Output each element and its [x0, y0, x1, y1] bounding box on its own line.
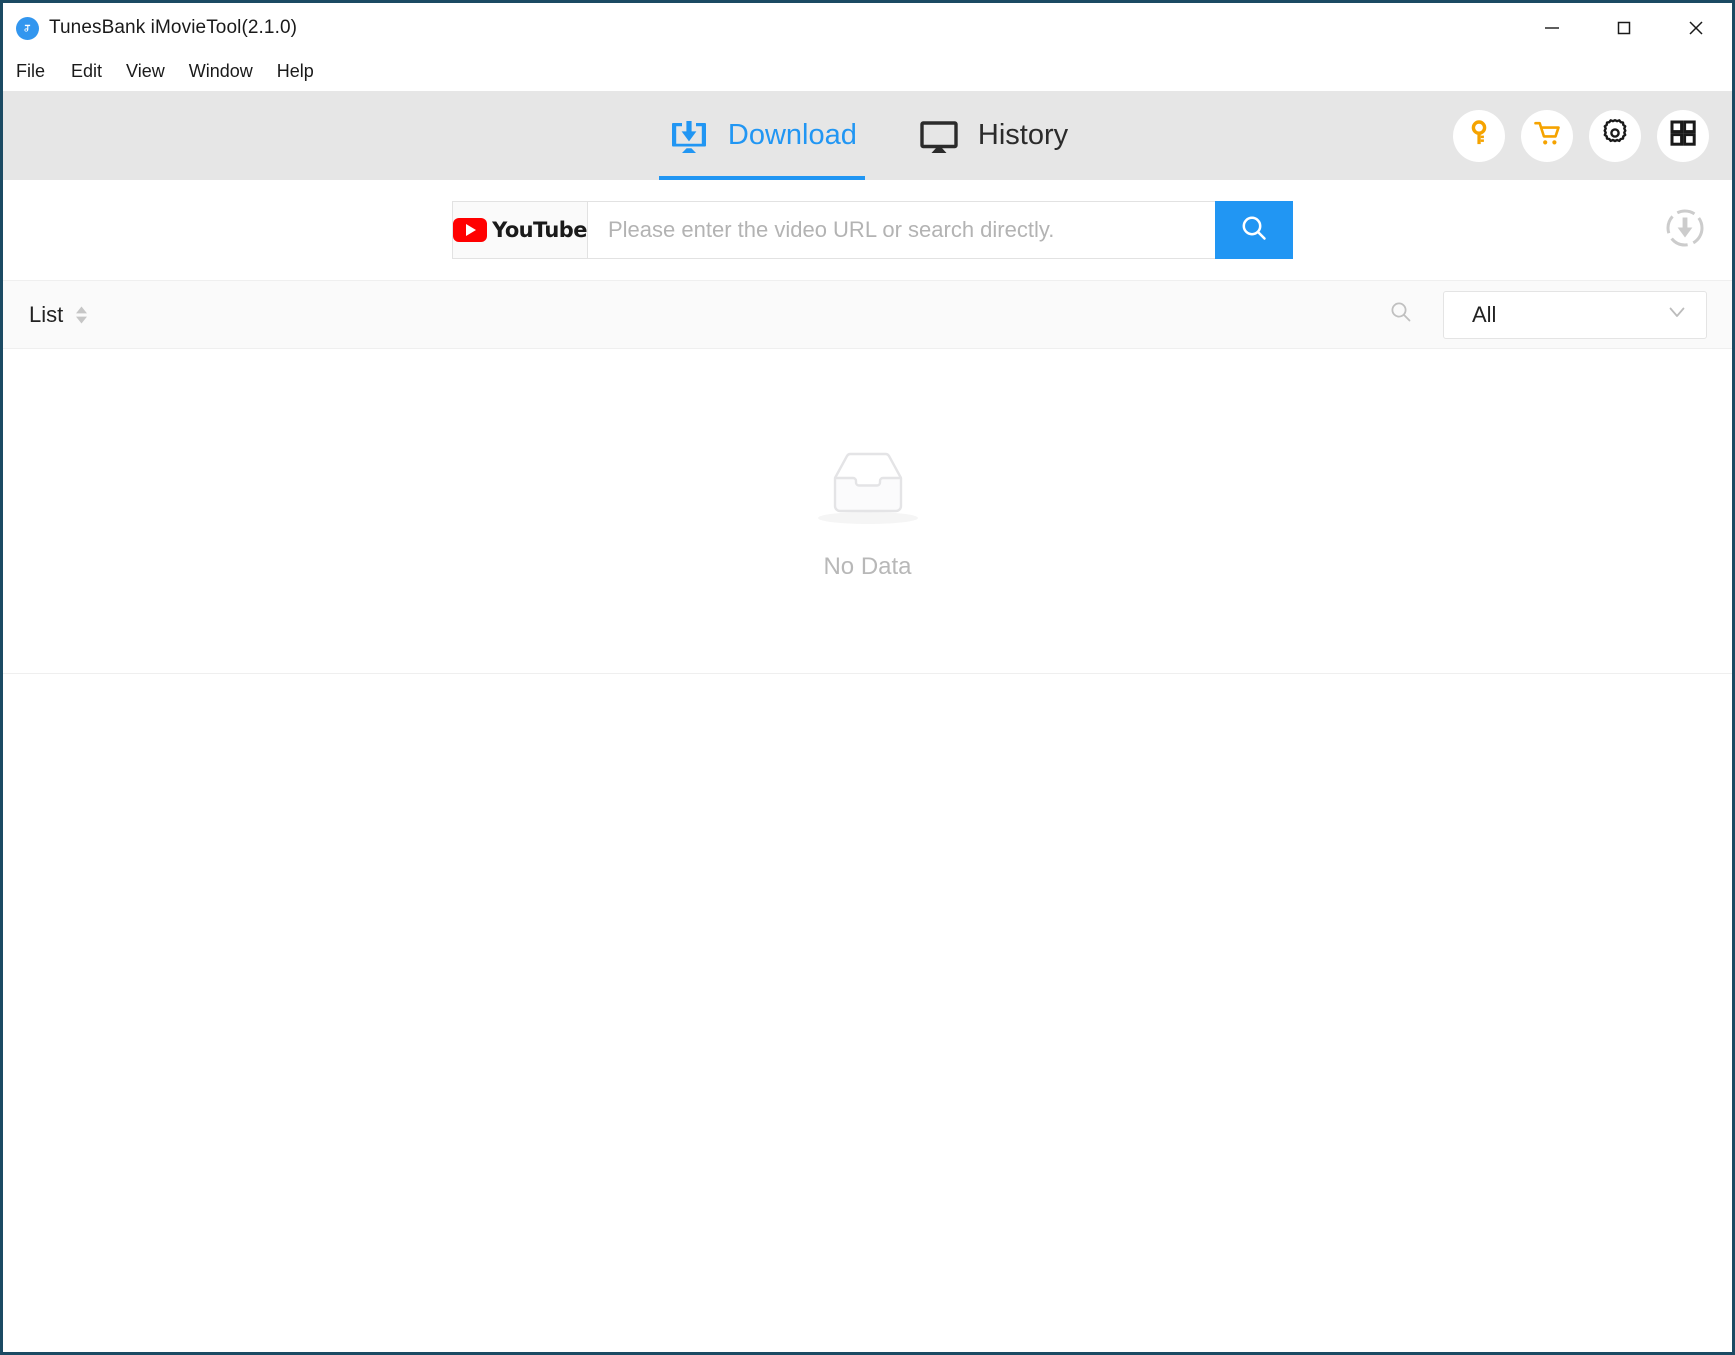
buy-now-button[interactable] [1521, 110, 1573, 162]
sort-arrows-icon [74, 305, 89, 325]
gear-icon [1600, 118, 1630, 153]
list-sort-control[interactable]: List [29, 302, 89, 328]
search-row: YouTube [3, 180, 1732, 280]
menu-item-view[interactable]: View [114, 59, 177, 86]
app-logo-icon [16, 17, 39, 40]
search-submit-button[interactable] [1215, 201, 1293, 259]
tab-history-label: History [978, 119, 1068, 152]
monitor-icon [917, 114, 961, 158]
tab-history[interactable]: History [911, 91, 1074, 180]
register-key-button[interactable] [1453, 110, 1505, 162]
filter-select[interactable]: All [1443, 291, 1707, 339]
youtube-wordmark: YouTube [492, 218, 587, 242]
header-actions [1453, 91, 1709, 180]
search-icon [1239, 213, 1269, 248]
monitor-download-icon [667, 114, 711, 158]
empty-state: No Data [3, 349, 1732, 674]
tab-download-label: Download [728, 119, 857, 152]
grid-icon [1669, 119, 1697, 152]
filter-select-value: All [1472, 302, 1666, 328]
menu-bar: File Edit View Window Help [3, 53, 1732, 91]
tab-download[interactable]: Download [661, 91, 863, 180]
title-bar-left: TunesBank iMovieTool(2.1.0) [3, 17, 297, 40]
window-title: TunesBank iMovieTool(2.1.0) [49, 17, 297, 39]
download-progress-icon [1663, 206, 1707, 255]
list-label: List [29, 302, 63, 328]
lower-pane [3, 674, 1732, 1352]
empty-inbox-icon [813, 442, 923, 539]
window-controls [1516, 3, 1732, 53]
app-window: TunesBank iMovieTool(2.1.0) Fi [0, 0, 1735, 1355]
list-toolbar-right: All [1389, 291, 1707, 339]
title-bar: TunesBank iMovieTool(2.1.0) [3, 3, 1732, 53]
download-progress-button[interactable] [1662, 207, 1708, 253]
content-area: No Data [3, 349, 1732, 1352]
key-icon [1465, 119, 1493, 152]
youtube-play-glyph [453, 218, 487, 242]
app-header: Download History [3, 91, 1732, 180]
settings-button[interactable] [1589, 110, 1641, 162]
source-selector-youtube[interactable]: YouTube [452, 201, 587, 259]
search-input[interactable] [587, 201, 1215, 259]
search-box: YouTube [452, 201, 1293, 259]
apps-grid-button[interactable] [1657, 110, 1709, 162]
menu-item-window[interactable]: Window [177, 59, 265, 86]
empty-state-text: No Data [823, 553, 911, 581]
close-button[interactable] [1660, 3, 1732, 53]
list-toolbar: List All [3, 280, 1732, 349]
chevron-down-icon [1666, 301, 1688, 328]
menu-item-file[interactable]: File [16, 59, 59, 86]
youtube-icon: YouTube [453, 218, 587, 242]
menu-item-edit[interactable]: Edit [59, 59, 114, 86]
maximize-button[interactable] [1588, 3, 1660, 53]
menu-item-help[interactable]: Help [265, 59, 326, 86]
list-search-icon[interactable] [1389, 300, 1413, 329]
shopping-cart-icon [1533, 119, 1562, 153]
minimize-button[interactable] [1516, 3, 1588, 53]
